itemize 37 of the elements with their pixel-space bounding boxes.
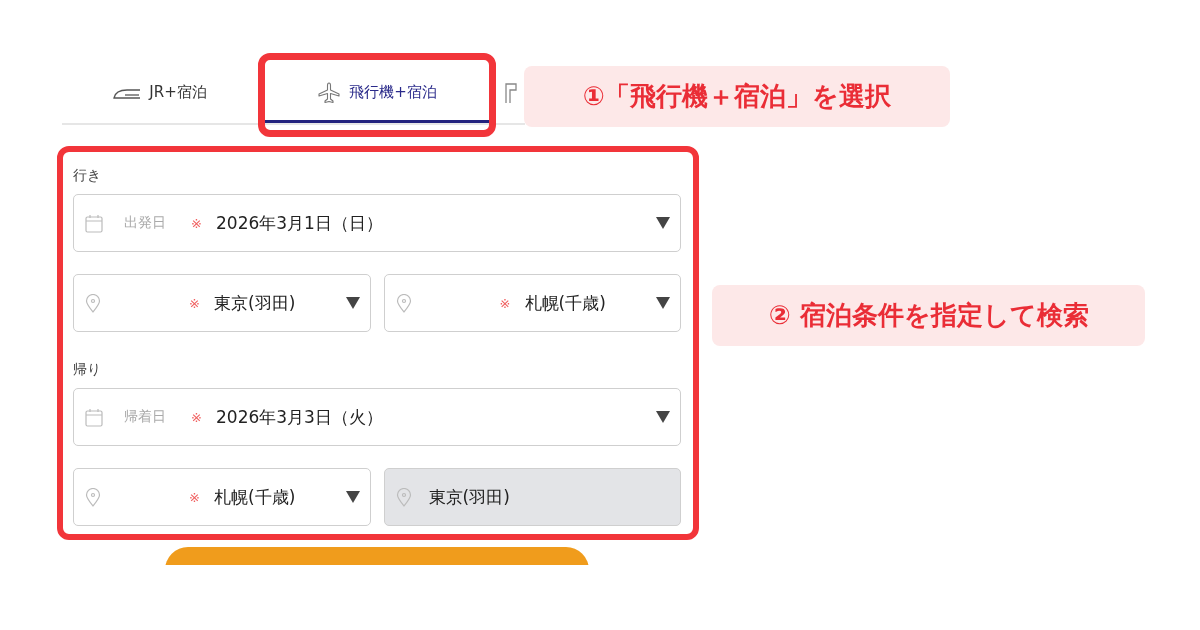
airport-value: 札幌(千歳) — [214, 485, 297, 509]
building-icon — [503, 81, 518, 104]
caret-icon — [345, 297, 360, 309]
airport-value: 札幌(千歳) — [524, 291, 607, 315]
annotation-callout: ①「飛行機＋宿泊」を選択 — [524, 66, 950, 127]
location-pin-icon — [85, 487, 101, 507]
calendar-icon — [85, 407, 103, 427]
required-mark: ※ — [189, 295, 201, 311]
airport-value: 東京(羽田) — [428, 485, 511, 509]
location-pin-icon — [395, 293, 412, 313]
caret-icon — [345, 491, 360, 503]
required-mark: ※ — [191, 409, 203, 425]
location-pin-icon — [395, 487, 412, 507]
required-mark: ※ — [499, 295, 512, 311]
required-mark: ※ — [189, 489, 201, 505]
caret-icon — [656, 297, 670, 309]
date-value: 2026年3月1日（日） — [216, 211, 384, 235]
airport-select[interactable]: ※ 札幌(千歳) — [383, 274, 681, 332]
airplane-icon — [317, 80, 342, 105]
location-pin-icon — [85, 293, 101, 313]
section-label: 帰り — [73, 360, 102, 379]
section-label: 行き — [73, 166, 102, 185]
date-label: 帰着日 — [124, 408, 167, 426]
date-select[interactable]: 帰着日 ※ 2026年3月3日（火） — [73, 388, 681, 446]
required-mark: ※ — [191, 215, 203, 231]
annotation-callout: ② 宿泊条件を指定して検索 — [712, 285, 1145, 346]
calendar-icon — [85, 213, 103, 233]
tab[interactable]: JR+宿泊 — [62, 65, 258, 123]
airport-value: 東京(羽田) — [214, 291, 297, 315]
caret-icon — [656, 217, 670, 229]
airport-select[interactable]: ※ 札幌(千歳) — [73, 468, 371, 526]
airport-select[interactable]: ※ 東京(羽田) — [73, 274, 371, 332]
tab[interactable]: 飛行機+宿泊 — [258, 65, 496, 123]
date-label: 出発日 — [124, 214, 167, 232]
date-value: 2026年3月3日（火） — [216, 405, 384, 429]
caret-icon — [656, 411, 670, 423]
date-select[interactable]: 出発日 ※ 2026年3月1日（日） — [73, 194, 681, 252]
